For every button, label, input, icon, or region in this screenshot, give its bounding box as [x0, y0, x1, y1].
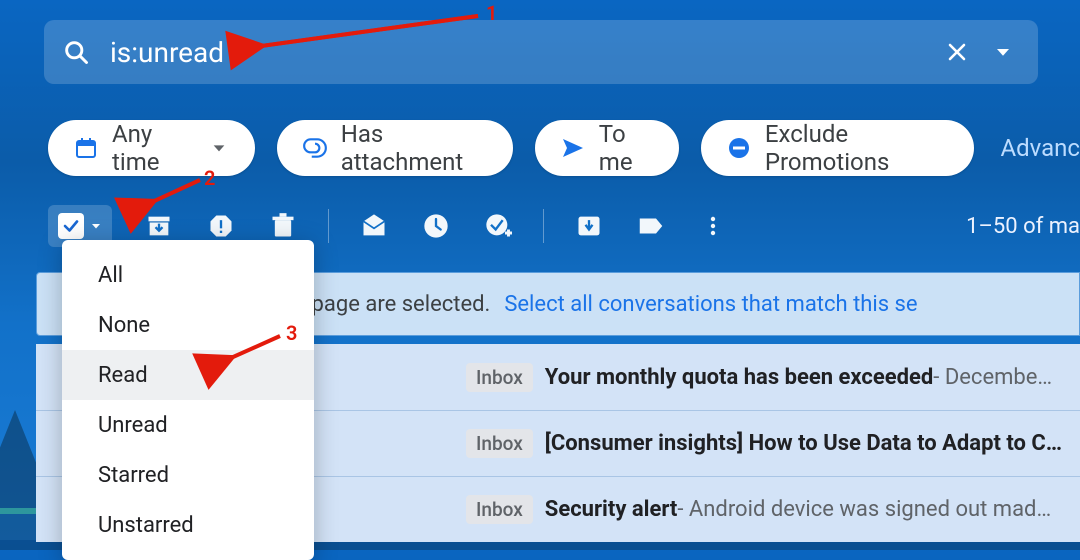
mail-subject: [Consumer insights] How to Use Data to A… — [545, 431, 1062, 456]
mark-as-read-icon[interactable] — [353, 205, 395, 247]
filter-chip-row: Any time Has attachment To me Exclude Pr… — [48, 120, 1080, 176]
send-icon — [561, 136, 585, 160]
mail-snippet: - Decembe… — [933, 365, 1052, 390]
chevron-down-icon — [209, 136, 229, 160]
search-bar[interactable] — [44, 20, 1038, 84]
chip-label: Exclude Promotions — [765, 120, 949, 176]
exclude-icon — [727, 136, 751, 160]
filter-chip-exclude-promotions[interactable]: Exclude Promotions — [701, 120, 975, 176]
inbox-label[interactable]: Inbox — [466, 363, 533, 392]
filter-chip-anytime[interactable]: Any time — [48, 120, 255, 176]
advanced-search-link[interactable]: Advanc — [1000, 134, 1080, 162]
chip-label: Any time — [112, 120, 189, 176]
select-dropdown-menu: All None Read Unread Starred Unstarred — [62, 240, 314, 560]
attachment-icon — [303, 136, 327, 160]
mail-subject: Your monthly quota has been exceeded — [545, 365, 934, 390]
filter-chip-attachment[interactable]: Has attachment — [277, 120, 513, 176]
search-input[interactable] — [110, 36, 944, 69]
dropdown-item-unread[interactable]: Unread — [62, 400, 314, 450]
filter-chip-to-me[interactable]: To me — [535, 120, 679, 176]
toolbar-separator — [543, 209, 544, 243]
pagination-count: 1–50 of ma — [966, 196, 1080, 256]
dropdown-item-read[interactable]: Read — [62, 350, 314, 400]
select-all-checkbox[interactable] — [58, 213, 84, 239]
snooze-icon[interactable] — [415, 205, 457, 247]
clear-search-icon[interactable] — [944, 39, 970, 65]
search-options-dropdown-icon[interactable] — [990, 39, 1016, 65]
dropdown-item-unstarred[interactable]: Unstarred — [62, 500, 314, 550]
chip-label: To me — [599, 120, 653, 176]
labels-icon[interactable] — [630, 205, 672, 247]
mail-snippet: - Android device was signed out mad… — [677, 497, 1051, 522]
dropdown-item-none[interactable]: None — [62, 300, 314, 350]
search-icon — [62, 38, 90, 66]
more-icon[interactable] — [692, 205, 734, 247]
dropdown-item-starred[interactable]: Starred — [62, 450, 314, 500]
add-to-tasks-icon[interactable] — [477, 205, 519, 247]
dropdown-item-all[interactable]: All — [62, 250, 314, 300]
inbox-label[interactable]: Inbox — [466, 495, 533, 524]
toolbar-separator — [328, 209, 329, 243]
calendar-icon — [74, 136, 98, 160]
inbox-label[interactable]: Inbox — [466, 429, 533, 458]
move-to-icon[interactable] — [568, 205, 610, 247]
mail-subject: Security alert — [545, 497, 678, 522]
chevron-down-icon — [90, 217, 102, 236]
chip-label: Has attachment — [341, 120, 487, 176]
select-all-conversations-link[interactable]: Select all conversations that match this… — [504, 292, 917, 317]
